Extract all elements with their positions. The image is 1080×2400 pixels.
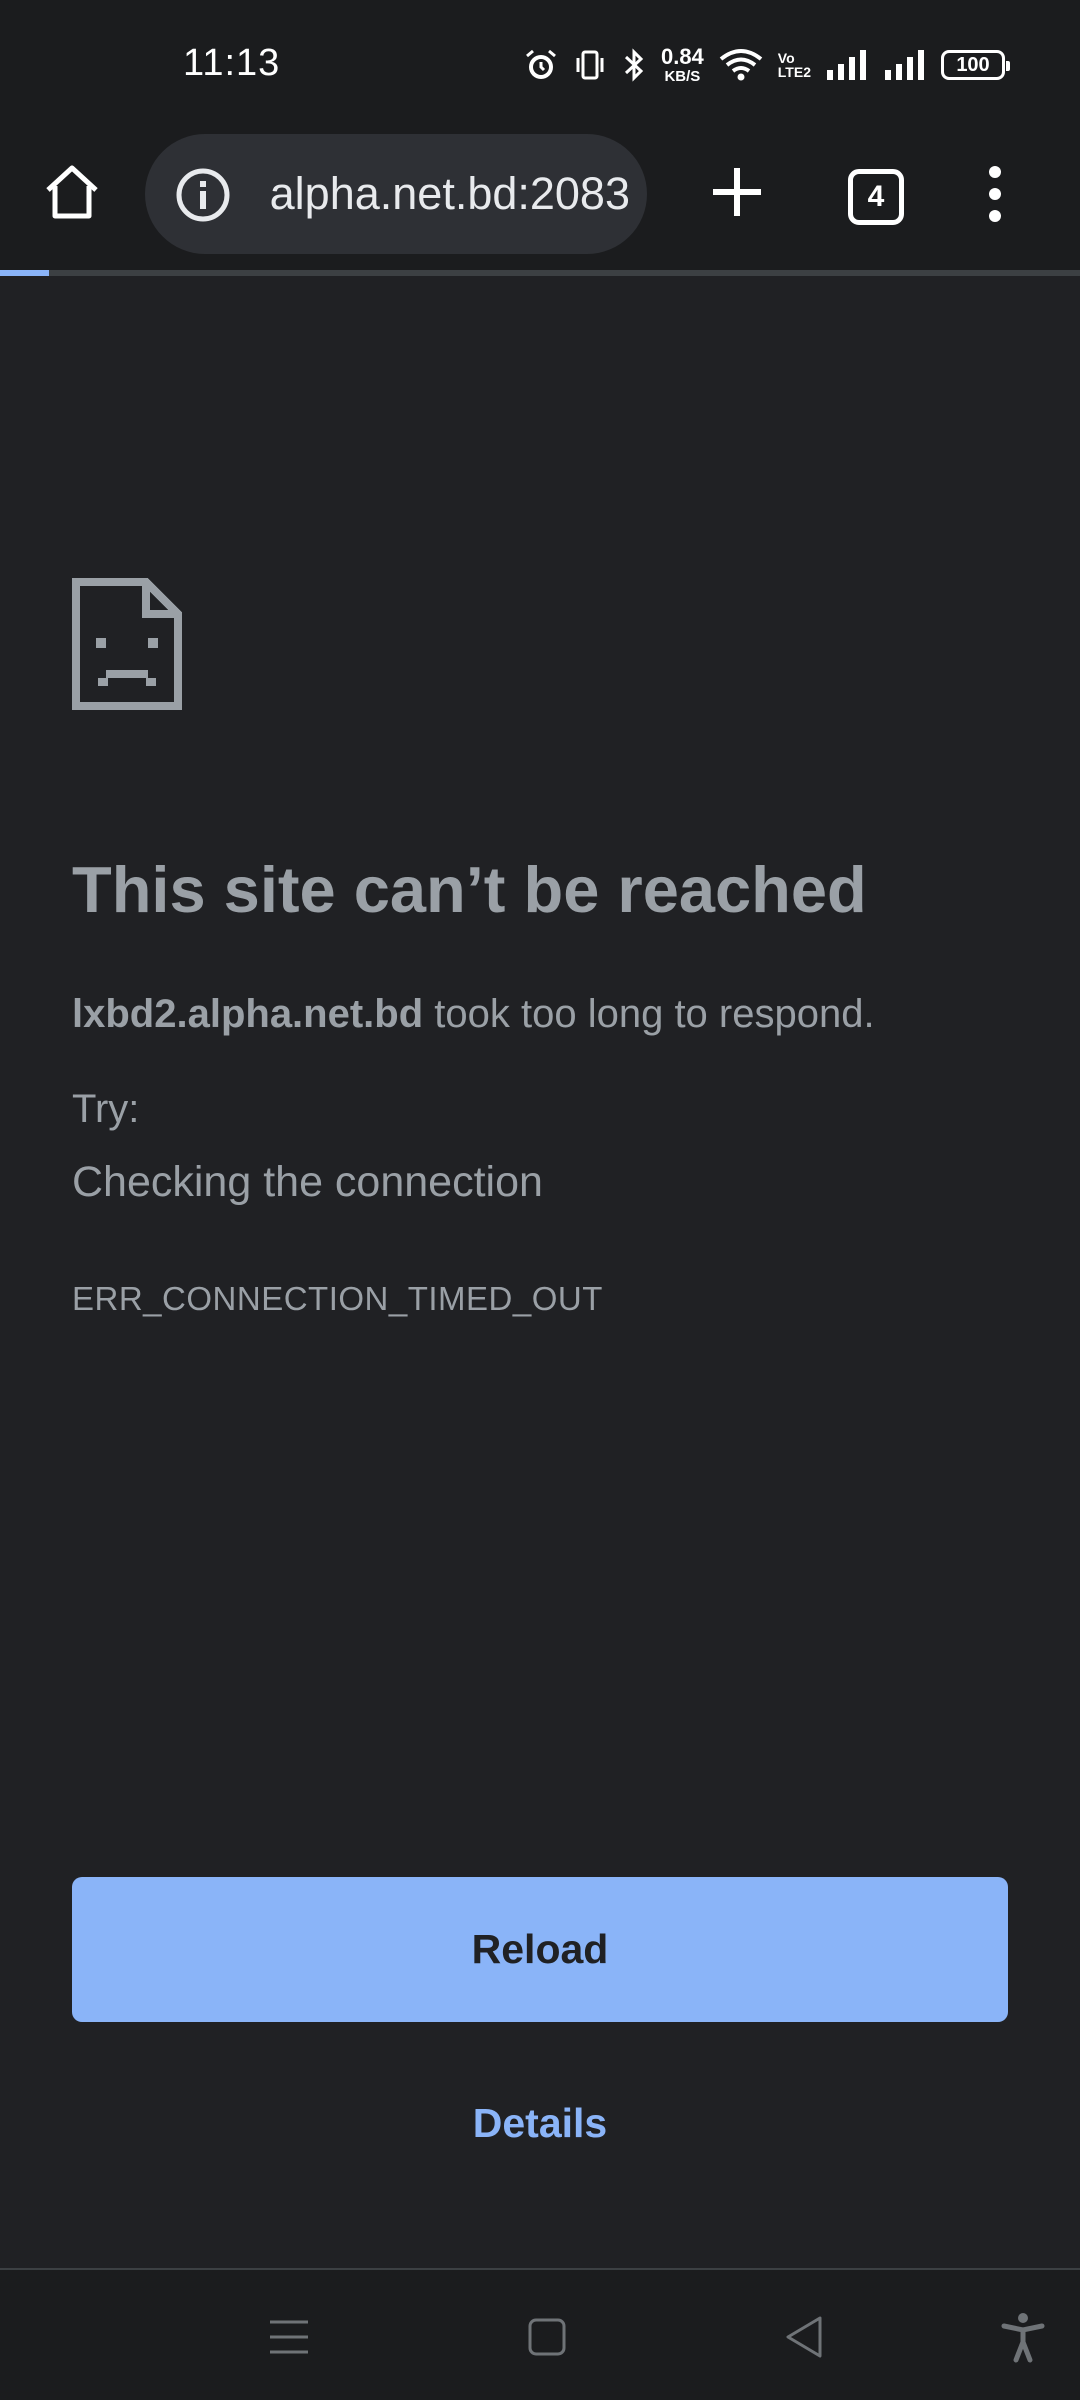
browser-toolbar: alpha.net.bd:2083 4 xyxy=(0,130,1080,273)
alarm-icon xyxy=(526,49,556,79)
details-button[interactable]: Details xyxy=(0,2100,1080,2147)
signal-1-icon xyxy=(827,50,866,80)
clock: 11:13 xyxy=(183,42,281,84)
signal-2-icon xyxy=(885,50,924,80)
battery-level: 100 xyxy=(956,53,990,76)
vibrate-icon xyxy=(576,50,604,80)
error-description: lxbd2.alpha.net.bd took too long to resp… xyxy=(72,992,1032,1037)
wifi-icon xyxy=(719,49,763,81)
network-speed: 0.84 KB/S xyxy=(660,44,704,85)
menu-icon[interactable] xyxy=(975,162,1015,226)
network-speed-value: 0.84 xyxy=(660,44,704,69)
try-label: Try: xyxy=(72,1087,140,1131)
battery-icon: 100 xyxy=(941,50,1010,80)
error-title: This site can’t be reached xyxy=(72,853,867,926)
sad-page-icon xyxy=(72,578,182,710)
volte-bottom: LTE2 xyxy=(777,64,811,80)
load-progress-bar xyxy=(0,270,1080,276)
volte-top: Vo xyxy=(777,50,795,66)
error-message: took too long to respond. xyxy=(423,992,875,1036)
tab-count: 4 xyxy=(867,180,885,213)
error-host: lxbd2.alpha.net.bd xyxy=(72,992,424,1036)
error-code: ERR_CONNECTION_TIMED_OUT xyxy=(72,1280,603,1317)
reload-button[interactable]: Reload xyxy=(72,1877,1008,2022)
bluetooth-icon xyxy=(624,48,644,82)
home-icon[interactable] xyxy=(38,158,106,226)
tab-switcher-button[interactable]: 4 xyxy=(848,169,904,225)
system-nav-bar xyxy=(0,2268,1080,2400)
accessibility-icon[interactable] xyxy=(996,2310,1050,2364)
recents-icon[interactable] xyxy=(262,2310,316,2364)
new-tab-icon[interactable] xyxy=(705,160,769,224)
suggestion-item: Checking the connection xyxy=(72,1158,543,1206)
back-icon[interactable] xyxy=(778,2310,832,2364)
volte-indicator: Vo LTE2 xyxy=(778,51,811,79)
home-nav-icon[interactable] xyxy=(520,2310,574,2364)
network-speed-unit: KB/S xyxy=(664,68,701,85)
address-bar[interactable]: alpha.net.bd:2083 xyxy=(145,134,647,254)
info-icon[interactable] xyxy=(175,167,231,223)
load-progress-fill xyxy=(0,270,49,276)
url-text[interactable]: alpha.net.bd:2083 xyxy=(250,134,630,254)
status-bar: 11:13 0.84 KB/S Vo LTE2 100 xyxy=(0,0,1080,130)
status-icons: 0.84 KB/S Vo LTE2 100 xyxy=(523,40,1010,90)
